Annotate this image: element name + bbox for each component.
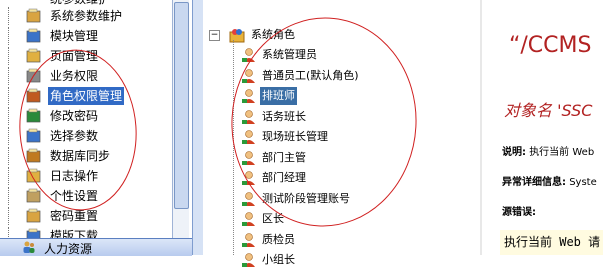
tree-node-label: 部门主管 <box>262 150 306 164</box>
detail-text: Syste <box>569 177 597 188</box>
menu-item-label: 业务权限 <box>50 69 99 83</box>
role-tree-panel: − 系统角色 系统管理员普通员工(默认角色) 排班师话务班长现场班长管理 部门主管部… <box>203 0 480 267</box>
tree-connector <box>8 87 17 105</box>
menu-item-label: 密码重置 <box>50 209 99 223</box>
menu-item-label: 日志操作 <box>50 169 99 183</box>
tree-connector <box>8 7 17 25</box>
template-download-icon <box>26 228 41 238</box>
desc-text: 执行当前 Web <box>529 147 595 158</box>
user-role-icon <box>242 68 255 83</box>
tree-guide-line <box>233 40 234 255</box>
scrollbar-thumb[interactable] <box>174 2 189 209</box>
user-role-icon <box>242 191 255 206</box>
menu-list: 统参数维护系统参数维护模块管理页面管理业务权限角色权限管理修改密码选择参数数据库… <box>0 0 172 238</box>
document-icon <box>26 68 41 83</box>
error-object-message: 对象名 'SSC <box>504 101 593 120</box>
tree-connector <box>8 187 17 205</box>
menu-item-label: 系统参数维护 <box>50 9 123 23</box>
people-icon <box>23 241 35 253</box>
tree-connector <box>8 207 17 225</box>
menu-item-label: 角色权限管理 <box>48 87 125 105</box>
menu-item-label: 个性设置 <box>50 189 99 203</box>
source-error-box: 执行当前 Web 请 <box>500 230 603 255</box>
log-icon <box>26 168 41 183</box>
password-reset-icon <box>26 208 41 223</box>
user-role-icon <box>242 212 255 226</box>
user-role-icon <box>242 130 255 144</box>
bottom-tab-label: 人力资源 <box>44 242 93 256</box>
collapse-toggle-icon[interactable]: − <box>209 30 220 41</box>
menu-scrollbar[interactable] <box>172 0 189 238</box>
tree-node-label: 排班师 <box>260 87 297 105</box>
menu-item-label: 选择参数 <box>50 129 99 143</box>
pencil-check-icon <box>26 108 41 123</box>
select-param-icon <box>26 128 41 143</box>
personalize-icon <box>26 188 41 203</box>
source-label: 源错误: <box>502 207 536 218</box>
user-role-icon <box>242 109 255 124</box>
user-role-icon <box>242 48 255 62</box>
error-title: “/CCMS <box>509 33 592 58</box>
menu-item-label: 模块管理 <box>50 29 99 43</box>
user-role-icon <box>242 253 255 267</box>
error-detail-row: 异常详细信息: Syste <box>502 173 597 188</box>
tree-connector <box>8 127 17 145</box>
tree-node-label: 质检员 <box>262 232 295 246</box>
menu-item-label: 数据库同步 <box>50 149 111 163</box>
user-role-icon <box>242 89 255 103</box>
tree-root-label: 系统角色 <box>251 28 295 41</box>
tree-connector <box>8 47 17 65</box>
module-icon <box>26 28 41 43</box>
tree-connector <box>8 167 17 185</box>
tree-node-label: 普通员工(默认角色) <box>262 68 359 82</box>
error-source-row: 源错误: <box>502 203 536 218</box>
tree-connector <box>8 147 17 165</box>
user-role-icon <box>242 232 255 247</box>
database-sync-icon <box>26 148 41 163</box>
menu-item-label: 页面管理 <box>50 49 99 63</box>
tree-node-label: 测试阶段管理账号 <box>262 191 350 205</box>
bottom-tab-hr[interactable]: 人力资源 <box>0 238 192 256</box>
detail-label: 异常详细信息: <box>502 177 566 188</box>
desc-label: 说明: <box>502 147 526 158</box>
tree-node-label: 现场班长管理 <box>262 130 328 143</box>
tree-connector <box>8 227 17 238</box>
error-description-row: 说明: 执行当前 Web <box>502 143 594 158</box>
tree-node-label: 小组长 <box>262 253 295 266</box>
folder-settings-icon <box>26 8 41 23</box>
page-icon <box>26 48 41 63</box>
left-menu-panel: 统参数维护系统参数维护模块管理页面管理业务权限角色权限管理修改密码选择参数数据库… <box>0 0 192 256</box>
tree-connector <box>8 107 17 125</box>
role-group-icon <box>229 29 245 43</box>
error-page-panel: “/CCMS 对象名 'SSC 说明: 执行当前 Web 异常详细信息: Sys… <box>480 0 603 255</box>
tree-node-label: 话务班长 <box>262 109 306 123</box>
tree-node-label: 区长 <box>262 212 284 225</box>
tree-connector <box>8 27 17 45</box>
tree-node-label: 系统管理员 <box>262 48 317 61</box>
menu-item-label: 修改密码 <box>50 109 99 123</box>
user-role-icon <box>242 150 255 165</box>
tree-node-label: 部门经理 <box>262 171 306 184</box>
tree-connector <box>8 67 17 85</box>
user-role-icon <box>242 171 255 185</box>
menu-item-label: 模版下载 <box>50 229 99 238</box>
role-permission-icon <box>26 88 41 103</box>
